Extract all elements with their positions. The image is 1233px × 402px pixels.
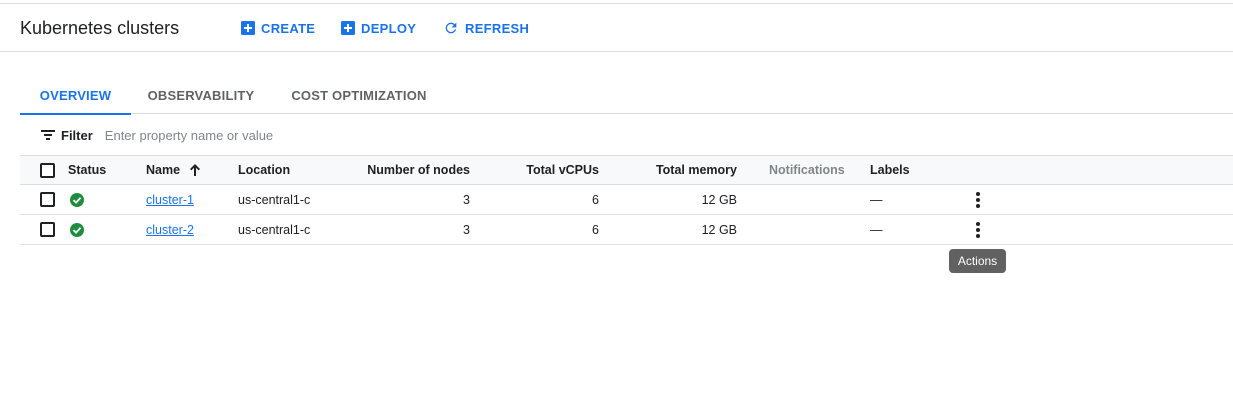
tab-overview[interactable]: OVERVIEW [20, 76, 131, 115]
more-vert-icon[interactable] [976, 191, 980, 209]
row-vcpus: 6 [592, 192, 599, 207]
column-notifications: Notifications [769, 163, 845, 177]
table-row: cluster-1 us-central1-c 3 6 12 GB — [20, 185, 1233, 215]
row-memory: 12 GB [701, 192, 737, 207]
clusters-table: Status Name Location Number of nodes Tot… [20, 155, 1233, 245]
column-name-label: Name [146, 163, 181, 177]
filter-label: Filter [61, 127, 93, 143]
page-title: Kubernetes clusters [20, 18, 180, 38]
row-labels: — [870, 222, 883, 237]
create-button-label: CREATE [261, 20, 316, 36]
table-header: Status Name Location Number of nodes Tot… [20, 155, 1233, 185]
refresh-icon [445, 22, 457, 34]
column-status[interactable]: Status [68, 156, 106, 184]
row-status [68, 215, 84, 244]
cluster-name-text[interactable]: cluster-1 [146, 193, 194, 207]
row-status [68, 185, 84, 214]
deploy-button-label: DEPLOY [361, 20, 417, 36]
table-row: cluster-2 us-central1-c 3 6 12 GB — [20, 215, 1233, 245]
column-location[interactable]: Location [238, 156, 290, 184]
row-checkbox[interactable] [40, 192, 55, 207]
select-all-checkbox[interactable] [40, 162, 55, 178]
column-vcpus[interactable]: Total vCPUs [480, 156, 599, 184]
deploy-button[interactable]: DEPLOY [341, 20, 416, 36]
row-select-cell [40, 215, 56, 244]
cluster-name-link[interactable]: cluster-1 [146, 185, 194, 214]
row-vcpus: 6 [592, 222, 599, 237]
filter-input[interactable] [104, 127, 505, 143]
arrow-up-icon[interactable] [188, 163, 202, 177]
column-name[interactable]: Name [146, 156, 202, 184]
more-vert-icon[interactable] [976, 221, 980, 239]
add-box-icon [341, 21, 355, 35]
row-memory: 12 GB [701, 222, 737, 237]
column-labels[interactable]: Labels [870, 156, 910, 184]
actions-tooltip: Actions [949, 249, 1006, 273]
column-nodes[interactable]: Number of nodes [350, 156, 470, 184]
tab-observability[interactable]: OBSERVABILITY [144, 76, 258, 114]
row-select-cell [40, 185, 56, 214]
row-location: us-central1-c [238, 222, 311, 237]
row-actions-cell [968, 185, 988, 214]
column-memory[interactable]: Total memory [610, 156, 737, 184]
check-circle-icon [70, 222, 84, 237]
row-location: us-central1-c [238, 192, 311, 207]
cluster-name-link[interactable]: cluster-2 [146, 215, 194, 244]
row-nodes: 3 [463, 222, 470, 237]
row-nodes: 3 [463, 192, 470, 207]
refresh-button-label: REFRESH [465, 20, 530, 36]
filter-icon[interactable] [41, 129, 55, 141]
page-header: Kubernetes clusters CREATE DEPLOY REFRES… [0, 4, 1233, 52]
select-all-cell [40, 156, 56, 184]
tab-cost-optimization[interactable]: COST OPTIMIZATION [289, 76, 429, 114]
create-button[interactable]: CREATE [241, 20, 315, 36]
add-box-icon [241, 21, 255, 35]
cluster-name-text[interactable]: cluster-2 [146, 223, 194, 237]
row-labels: — [870, 192, 883, 207]
row-checkbox[interactable] [40, 222, 55, 237]
row-actions-cell [968, 215, 988, 244]
filter-bar: Filter [20, 118, 1233, 152]
tab-bar: OVERVIEW OBSERVABILITY COST OPTIMIZATION [20, 76, 1233, 115]
refresh-button[interactable]: REFRESH [443, 20, 529, 36]
check-circle-icon [70, 192, 84, 207]
